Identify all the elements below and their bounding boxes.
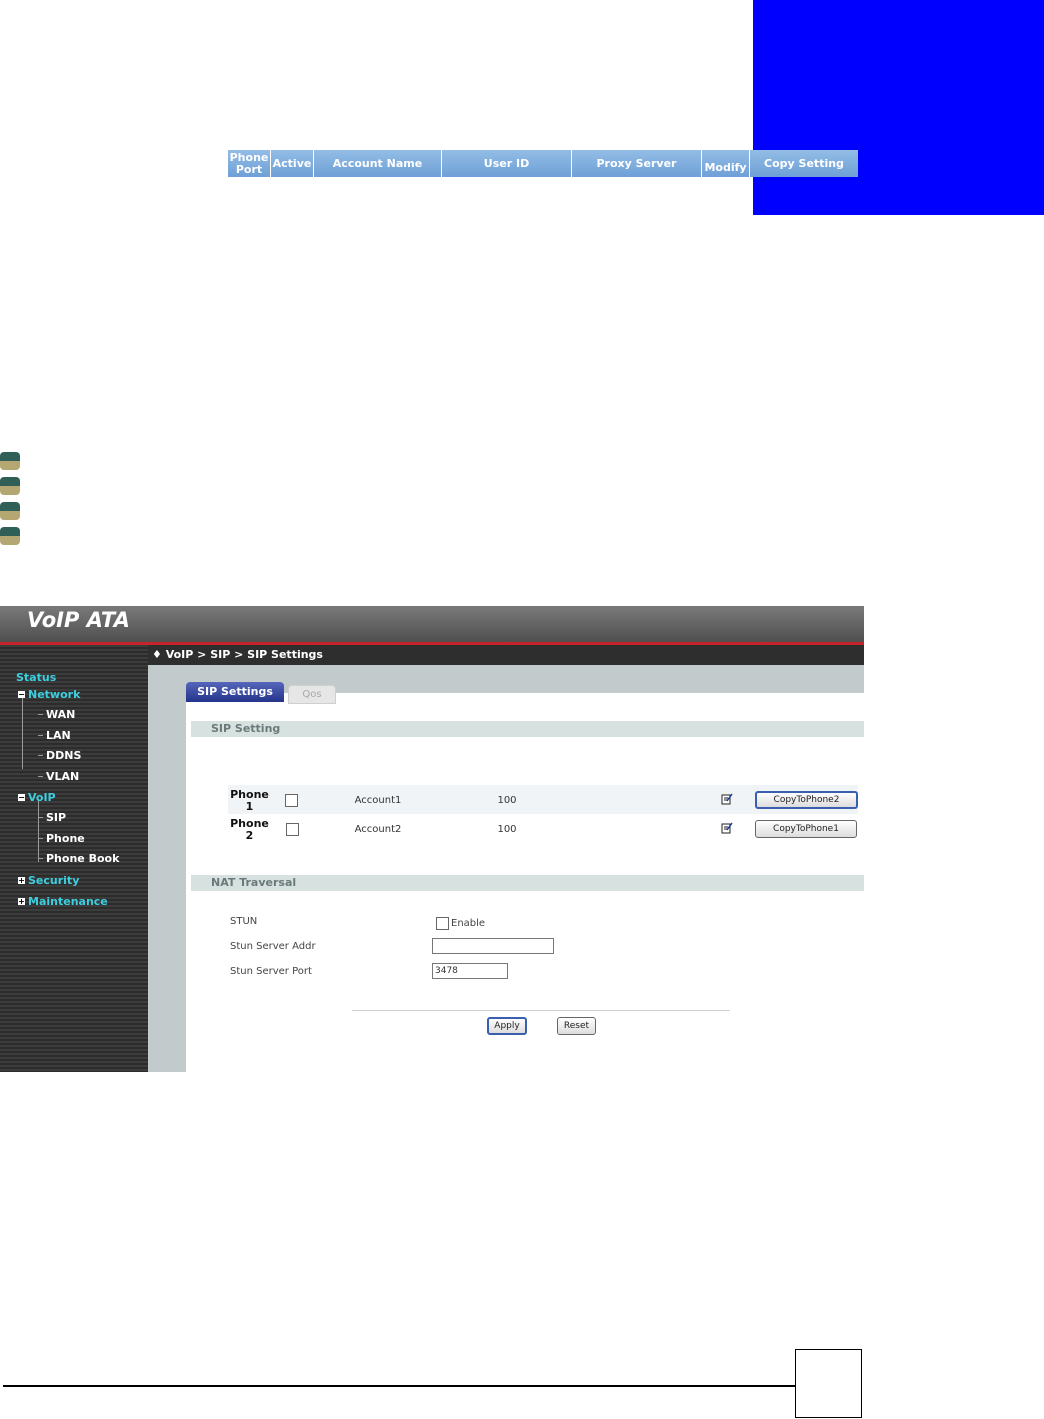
stun-label: STUN <box>230 916 258 927</box>
bullet-icon <box>0 452 20 470</box>
stun-enable-label: Enable <box>451 918 486 929</box>
column-header: Active <box>271 150 314 177</box>
user-id-cell: 100 <box>497 824 517 835</box>
phone-port-cell: Phone 2 <box>230 817 269 842</box>
footer-rule <box>3 1385 796 1387</box>
bullet-icon <box>0 502 20 520</box>
voip-ata-screenshot: VoIP ATA ♦ VoIP > SIP > SIP Settings Sta… <box>0 606 864 1072</box>
stun-server-addr-input[interactable] <box>432 938 554 954</box>
tree-line <box>38 799 39 862</box>
sidebar-item-ddns[interactable]: DDNS <box>46 749 81 762</box>
app-title: VoIP ATA <box>27 608 130 632</box>
active-checkbox[interactable] <box>285 794 298 807</box>
collapse-icon[interactable]: − <box>18 691 25 699</box>
sidebar-item-lan[interactable]: LAN <box>46 729 71 742</box>
breadcrumb: ♦ VoIP > SIP > SIP Settings <box>152 648 323 661</box>
sidebar-item-phone[interactable]: Phone <box>46 832 85 845</box>
edit-icon[interactable] <box>721 793 733 805</box>
sidebar-item-label: DDNS <box>46 749 82 762</box>
sidebar-item-status[interactable]: Status <box>16 671 56 684</box>
sidebar-item-label: VLAN <box>46 770 80 783</box>
sidebar-item-label: Status <box>16 671 57 684</box>
tree-branch <box>38 714 43 715</box>
tree-branch <box>38 838 43 839</box>
tree-branch <box>38 735 43 736</box>
sidebar-item-security[interactable]: + Security <box>18 874 79 887</box>
sidebar-item-maintenance[interactable]: + Maintenance <box>18 895 108 908</box>
user-id-cell: 100 <box>497 795 517 806</box>
column-header: Modify <box>702 150 750 177</box>
tree-line <box>22 696 23 769</box>
chapter-color-block <box>753 0 1044 215</box>
tree-branch <box>38 817 43 818</box>
sidebar-item-label: SIP <box>46 811 67 824</box>
account-name-cell: Account2 <box>354 824 402 835</box>
bullet-icon <box>0 527 20 545</box>
sidebar-item-label: Network <box>28 688 81 701</box>
column-header: Phone Port <box>228 150 271 177</box>
tree-branch <box>38 858 43 859</box>
copy-to-phone2-button[interactable]: CopyToPhone2 <box>755 791 858 809</box>
column-header: User ID <box>442 150 572 177</box>
column-header: Account Name <box>314 150 442 177</box>
sidebar-item-voip[interactable]: − VoIP <box>18 791 56 804</box>
collapse-icon[interactable]: − <box>18 794 25 802</box>
bullet-list <box>0 452 20 552</box>
sidebar-item-label: Maintenance <box>28 895 108 908</box>
bullet-icon <box>0 477 20 495</box>
sidebar-item-wan[interactable]: WAN <box>46 708 75 721</box>
edit-icon[interactable] <box>721 822 733 834</box>
sidebar: Status − Network WAN LAN DDNS VLAN − VoIP … <box>0 645 148 1072</box>
sidebar-item-label: Security <box>28 874 80 887</box>
sidebar-item-label: Phone <box>46 832 85 845</box>
nat-traversal-section: NAT Traversal <box>191 875 864 891</box>
account-name-cell: Account1 <box>354 795 402 806</box>
stun-server-addr-label: Stun Server Addr <box>230 941 316 952</box>
reset-button[interactable]: Reset <box>557 1017 596 1035</box>
sidebar-item-label: WAN <box>46 708 76 721</box>
tab-sip-settings[interactable]: SIP Settings <box>186 682 284 702</box>
tree-branch <box>38 776 43 777</box>
column-header: Proxy Server <box>572 150 702 177</box>
active-checkbox[interactable] <box>286 823 299 836</box>
expand-icon[interactable]: + <box>18 877 25 885</box>
stun-enable-checkbox[interactable] <box>436 917 449 930</box>
column-header: Copy Setting <box>750 150 858 177</box>
section-title: NAT Traversal <box>211 876 297 889</box>
sidebar-item-phone-book[interactable]: Phone Book <box>46 852 119 865</box>
expand-icon[interactable]: + <box>18 898 25 906</box>
phone-port-cell: Phone 1 <box>230 788 269 813</box>
stun-server-port-input[interactable]: 3478 <box>432 963 508 979</box>
sidebar-item-network[interactable]: − Network <box>18 688 80 701</box>
breadcrumb-bar: ♦ VoIP > SIP > SIP Settings <box>148 645 864 665</box>
sidebar-item-label: VoIP <box>28 791 56 804</box>
app-header: VoIP ATA <box>0 606 864 645</box>
section-title: SIP Setting <box>211 722 281 735</box>
apply-button[interactable]: Apply <box>487 1017 527 1035</box>
divider <box>352 1010 730 1011</box>
tab-qos[interactable]: Qos <box>288 685 336 704</box>
page-number-box <box>795 1349 862 1418</box>
sidebar-item-sip[interactable]: SIP <box>46 811 66 824</box>
sidebar-item-vlan[interactable]: VLAN <box>46 770 79 783</box>
sidebar-item-label: Phone Book <box>46 852 120 865</box>
sip-setting-section: SIP Setting <box>191 721 864 737</box>
tree-branch <box>38 755 43 756</box>
copy-to-phone1-button[interactable]: CopyToPhone1 <box>755 820 857 838</box>
stun-server-port-label: Stun Server Port <box>230 966 312 977</box>
sidebar-item-label: LAN <box>46 729 71 742</box>
